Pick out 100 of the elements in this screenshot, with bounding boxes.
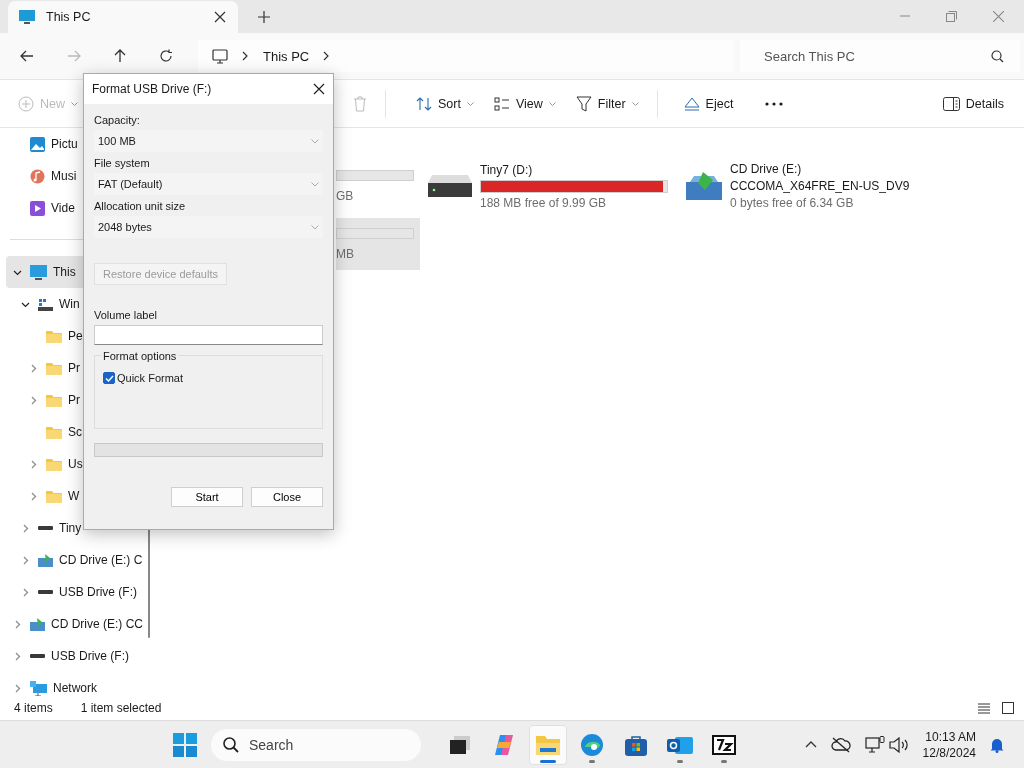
sort-arrows-icon: [416, 96, 432, 111]
filter-icon: [575, 95, 592, 112]
view-button[interactable]: View: [485, 90, 564, 117]
free-space-text: GB: [336, 188, 354, 203]
tree-item[interactable]: CD Drive (E:) C: [0, 544, 148, 576]
caret-icon: [631, 101, 639, 106]
sort-button[interactable]: Sort: [408, 90, 482, 117]
system-tray-button[interactable]: [864, 735, 909, 754]
drive-icon: [38, 590, 53, 594]
drive-name: Tiny7 (D:): [480, 162, 534, 177]
tree-item[interactable]: W: [0, 480, 148, 512]
bell-icon[interactable]: [990, 736, 1004, 753]
chevron-up-icon[interactable]: [804, 741, 817, 748]
network-icon: [30, 680, 47, 696]
cloud-off-icon[interactable]: [830, 736, 851, 753]
volume-label: CCCOMA_X64FRE_EN-US_DV9: [730, 179, 910, 193]
drive-name: CD Drive (E:): [730, 162, 803, 176]
volume-icon: [888, 736, 909, 753]
plus-circle-icon: [18, 95, 34, 112]
edge-browser-icon: [580, 732, 604, 757]
eject-icon: [683, 96, 700, 111]
monitor-icon: [18, 9, 36, 25]
video-icon: [30, 200, 45, 216]
tab-title: This PC: [46, 10, 92, 24]
tree-item[interactable]: Tiny: [0, 512, 148, 544]
archive-app-icon: [712, 734, 736, 755]
free-space-text: 188 MB free of 9.99 GB: [480, 195, 608, 210]
field-label: Capacity:: [94, 114, 141, 126]
folder-icon: [46, 393, 62, 407]
drive-tile[interactable]: Tiny7 (D:) 188 MB free of 9.99 GB: [420, 160, 676, 212]
tree-item[interactable]: Pr: [0, 384, 148, 416]
more-icon: [765, 101, 784, 106]
details-pane-icon: [942, 96, 960, 111]
copilot-icon: [492, 733, 516, 756]
field-label: File system: [94, 157, 151, 169]
music-icon: [30, 168, 45, 184]
tiles-view-icon[interactable]: [1002, 702, 1014, 714]
up-arrow-icon[interactable]: [114, 49, 126, 63]
store-bag-icon: [625, 733, 647, 756]
folder-icon: [536, 734, 560, 755]
caret-icon: [311, 181, 319, 187]
taskbar-search-field[interactable]: Search: [211, 728, 421, 761]
caret-icon: [71, 101, 78, 106]
tree-item[interactable]: Us: [0, 448, 148, 480]
tree-item[interactable]: Network: [0, 672, 148, 704]
explorer-app-button[interactable]: [529, 724, 567, 765]
selection-count: 1 item selected: [80, 701, 162, 715]
caret-icon: [548, 101, 556, 106]
breadcrumb-item[interactable]: This PC: [263, 48, 310, 64]
details-view-icon[interactable]: [978, 702, 990, 714]
restore-icon[interactable]: [946, 11, 957, 22]
eject-button[interactable]: Eject: [675, 90, 742, 117]
drive-tile[interactable]: MB: [336, 218, 420, 270]
file-system-dropdown[interactable]: FAT (Default): [94, 173, 323, 195]
tree-item[interactable]: USB Drive (F:): [0, 640, 148, 672]
monitor-icon: [212, 48, 228, 64]
free-space-text: 0 bytes free of 6.34 GB: [730, 196, 855, 210]
folder-icon: [46, 361, 62, 375]
drive-tile[interactable]: CD Drive (E:) CCCOMA_X64FRE_EN-US_DV9 0 bytes free of 6.34 GB: [676, 160, 936, 212]
start-icon[interactable]: [173, 732, 197, 757]
start-button[interactable]: Start: [171, 487, 243, 507]
tree-item[interactable]: CD Drive (E:) CC: [0, 608, 148, 640]
tree-item[interactable]: USB Drive (F:): [0, 576, 148, 608]
clock-button[interactable]: 10:13 AM 12/8/2024: [922, 728, 976, 761]
caret-icon: [311, 224, 319, 230]
folder-icon: [46, 457, 62, 471]
back-arrow-icon[interactable]: [20, 50, 34, 62]
chevron-right-icon[interactable]: [242, 51, 249, 61]
folder-icon: [46, 425, 62, 439]
address-bar[interactable]: This PC: [198, 40, 733, 72]
capacity-dropdown[interactable]: 100 MB: [94, 130, 323, 152]
folder-icon: [46, 489, 62, 503]
drive-icon: [38, 526, 53, 530]
filter-button[interactable]: Filter: [567, 89, 647, 118]
list-view-icon: [493, 96, 510, 111]
tree-item[interactable]: Pe: [0, 320, 148, 352]
folder-icon: [46, 329, 62, 343]
close-icon[interactable]: [313, 83, 325, 95]
new-tab-icon[interactable]: [258, 11, 270, 23]
drive-tile[interactable]: GB: [336, 160, 420, 212]
desktop-icon: [450, 735, 470, 754]
search-field[interactable]: Search This PC: [740, 40, 1020, 72]
refresh-icon[interactable]: [159, 49, 173, 63]
group-title: Format options: [101, 350, 179, 362]
monitor-icon: [30, 264, 47, 280]
dialog-title: Format USB Drive (F:): [92, 82, 212, 96]
trash-icon: [353, 95, 367, 112]
tree-item[interactable]: Sc: [0, 416, 148, 448]
cd-drive-icon: [38, 553, 53, 567]
hard-drive-icon: [428, 175, 472, 197]
volume-label-input[interactable]: [94, 325, 323, 345]
field-label: Volume label: [94, 309, 158, 321]
close-button[interactable]: Close: [251, 487, 323, 507]
quick-format-checkbox[interactable]: Quick Format: [103, 372, 314, 384]
item-count: 4 items: [14, 701, 53, 715]
close-icon[interactable]: [214, 11, 226, 23]
details-button[interactable]: Details: [934, 90, 1012, 117]
window-tab[interactable]: This PC: [8, 1, 238, 33]
chevron-right-icon[interactable]: [323, 51, 331, 61]
allocation-size-dropdown[interactable]: 2048 bytes: [94, 216, 323, 238]
